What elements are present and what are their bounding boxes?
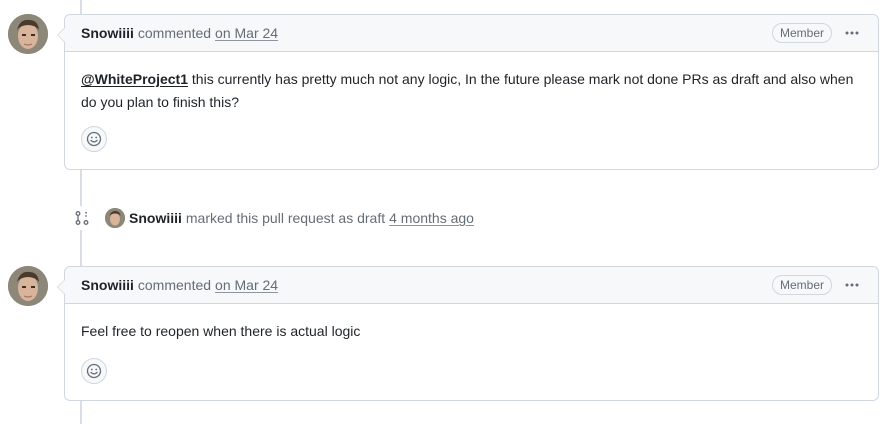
add-reaction-button[interactable] (81, 358, 107, 384)
comment-action: commented (137, 277, 212, 293)
kebab-horizontal-icon[interactable] (842, 25, 862, 41)
comment-card: Snowiiii commented on Mar 24 Member @Whi… (57, 14, 879, 170)
add-reaction-button[interactable] (81, 126, 107, 152)
comment-body: Feel free to reopen when there is actual… (65, 304, 878, 343)
comment-card: Snowiiii commented on Mar 24 Member Feel… (57, 266, 879, 401)
avatar[interactable] (105, 208, 125, 228)
comment-header: Snowiiii commented on Mar 24 Member (65, 15, 878, 52)
smiley-icon (86, 131, 102, 147)
comment-text: Feel free to reopen when there is actual… (81, 323, 361, 339)
timeline-event: Snowiiii marked this pull request as dra… (70, 206, 474, 230)
user-mention-link[interactable]: @WhiteProject1 (81, 71, 188, 87)
comment-author[interactable]: Snowiiii (81, 25, 134, 41)
kebab-horizontal-icon[interactable] (842, 277, 862, 293)
comment-date-link[interactable]: on Mar 24 (215, 25, 278, 41)
comment-action: commented (137, 25, 212, 41)
comment-date-link[interactable]: on Mar 24 (215, 277, 278, 293)
event-text: marked this pull request as draft (185, 210, 386, 226)
comment-header: Snowiiii commented on Mar 24 Member (65, 267, 878, 304)
smiley-icon (86, 363, 102, 379)
comment-text: this currently has pretty much not any l… (81, 71, 854, 110)
pr-timeline: Snowiiii commented on Mar 24 Member @Whi… (0, 0, 891, 424)
avatar[interactable] (8, 14, 48, 54)
avatar[interactable] (8, 266, 48, 306)
git-pull-request-draft-icon (70, 206, 94, 230)
comment-author[interactable]: Snowiiii (81, 277, 134, 293)
member-badge: Member (771, 23, 832, 43)
event-author[interactable]: Snowiiii (129, 210, 182, 226)
event-time-link[interactable]: 4 months ago (389, 210, 474, 226)
comment-body: @WhiteProject1 this currently has pretty… (65, 52, 878, 114)
member-badge: Member (771, 275, 832, 295)
